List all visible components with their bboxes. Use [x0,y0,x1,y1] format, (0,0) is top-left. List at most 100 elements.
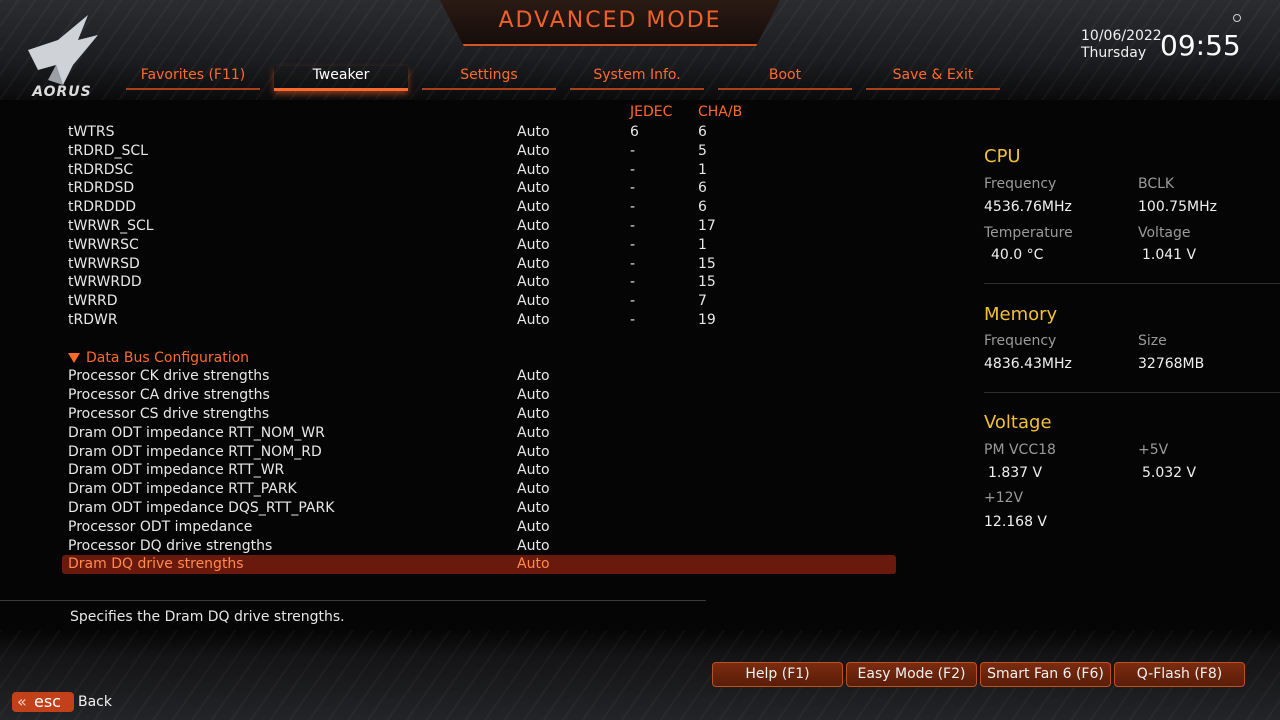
triangle-down-icon [68,352,80,363]
setting-row[interactable]: tWRWRSC Auto - 1 [62,236,896,255]
setting-label-text: tWRWRSD [68,255,140,272]
setting-value: Auto [517,424,550,441]
setting-label: tWRWRSD [68,255,140,274]
settings-list: tWTRS Auto 6 6 tRDRD_SCL Auto -5 tRDRDSC Auto -1 t… [62,123,896,575]
setting-row[interactable]: tWRWRSD Auto - 15 [62,255,896,274]
back-label[interactable]: Back [78,694,112,710]
plus5v-value: 5.032 V [1142,465,1197,481]
tab-system-info[interactable]: System Info. [570,66,704,90]
chab-value: 6 [698,124,707,140]
setting-row[interactable]: tWTRS Auto 6 6 [62,123,896,142]
setting-value: Auto [517,443,550,460]
setting-label-text: tWRWRDD [68,274,142,291]
brand-logo-text: AORUS [32,84,92,100]
chab-value: 1 [698,236,707,253]
setting-row[interactable]: Processor CA drive strengths Auto [62,386,896,405]
setting-label: tRDRDDD [68,198,136,217]
setting-value: Auto [517,236,550,253]
setting-row[interactable]: tWRWRDD Auto - 15 [62,273,896,292]
pm-vcc18-value: 1.837 V [988,465,1043,481]
tab-boot[interactable]: Boot [718,66,852,90]
description-divider [0,600,706,601]
tab-tweaker[interactable]: Tweaker [274,66,408,91]
setting-row[interactable]: Processor CS drive strengths Auto [62,405,896,424]
main-tabs: Favorites (F11) Tweaker Settings System … [126,66,1006,92]
setting-row[interactable]: tRDRDSC Auto - 1 [62,161,896,180]
setting-label-text: tRDRDSC [68,161,134,178]
cpu-bclk-label: BCLK [1138,176,1175,192]
setting-row[interactable]: Processor CK drive strengths Auto [62,367,896,386]
setting-label: Data Bus Configuration [68,349,249,368]
chab-value: 5 [698,142,707,159]
jedec-value: - [630,293,636,310]
tab-favorites[interactable]: Favorites (F11) [126,66,260,90]
setting-row[interactable]: tRDWR Auto - 19 [62,311,896,330]
setting-row[interactable]: tWRWR_SCL Auto - 17 [62,217,896,236]
smart-fan-button[interactable]: Smart Fan 6 (F6) [980,662,1111,687]
cpu-temperature-label: Temperature [984,225,1073,241]
setting-label-text: tRDWR [68,311,118,328]
setting-row[interactable]: Dram ODT impedance RTT_NOM_WR Auto [62,424,896,443]
jedec-value: - [630,311,636,328]
setting-label: Processor CA drive strengths [68,386,270,405]
esc-button[interactable]: « esc [12,692,74,712]
setting-value: Auto [517,405,550,422]
cpu-panel-title: CPU [984,146,1021,167]
jedec-value: - [630,274,636,291]
setting-label-text: tRDRD_SCL [68,142,148,159]
setting-label-text: Dram DQ drive strengths [68,556,244,573]
cpu-temperature-value: 40.0 °C [991,247,1044,263]
setting-row[interactable]: Dram ODT impedance RTT_NOM_RD Auto [62,443,896,462]
setting-label-text: Processor CK drive strengths [68,368,270,385]
help-button[interactable]: Help (F1) [712,662,843,687]
date-text: 10/06/2022 [1081,28,1162,44]
setting-label: tWTRS [68,123,115,142]
jedec-value: - [630,161,636,178]
setting-label-text: Dram ODT impedance DQS_RTT_PARK [68,499,335,516]
cpu-voltage-value: 1.041 V [1142,247,1197,263]
setting-row[interactable]: Processor DQ drive strengths Auto [62,537,896,556]
chab-value: 6 [698,180,707,197]
plus5v-label: +5V [1138,442,1169,458]
memory-panel-title: Memory [984,304,1058,325]
setting-row[interactable]: Dram ODT impedance RTT_PARK Auto [62,480,896,499]
setting-row[interactable]: Dram ODT impedance DQS_RTT_PARK Auto [62,499,896,518]
chab-value: 7 [698,293,707,310]
chab-value: 15 [698,274,716,291]
setting-label: tRDRDSC [68,161,133,180]
setting-row[interactable]: Processor ODT impedance Auto [62,518,896,537]
jedec-value: - [630,255,636,272]
jedec-value: - [630,180,636,197]
setting-row[interactable]: tRDRDDD Auto - 6 [62,198,896,217]
setting-label-text: Processor DQ drive strengths [68,537,273,554]
section-header[interactable]: Data Bus Configuration [62,349,896,368]
column-header-jedec: JEDEC [630,104,673,120]
setting-label: tWRRD [68,292,118,311]
cpu-bclk-value: 100.75MHz [1138,199,1217,215]
setting-label: tWRWRSC [68,236,139,255]
pm-vcc18-label: PM VCC18 [984,442,1056,458]
page-title: ADVANCED MODE [498,8,722,33]
setting-value: Auto [517,180,550,197]
setting-row[interactable]: tWRRD Auto - 7 [62,292,896,311]
tab-save-exit[interactable]: Save & Exit [866,66,1000,90]
setting-row[interactable]: Dram ODT impedance RTT_WR Auto [62,461,896,480]
tab-settings[interactable]: Settings [422,66,556,90]
setting-value: Auto [517,199,550,216]
setting-value: Auto [517,518,550,535]
setting-label: Dram DQ drive strengths [68,555,244,574]
setting-label: Processor CS drive strengths [68,405,269,424]
setting-row[interactable]: tRDRDSD Auto - 6 [62,179,896,198]
clock-settings-icon[interactable] [1233,14,1241,22]
setting-label: Dram ODT impedance RTT_NOM_WR [68,424,325,443]
setting-label-text: Dram ODT impedance RTT_PARK [68,481,297,498]
setting-row[interactable]: tRDRD_SCL Auto - 5 [62,142,896,161]
clock: 09:55 [1160,29,1241,62]
setting-label-text: Processor CA drive strengths [68,387,270,404]
cpu-panel: CPU Frequency BCLK 4536.76MHz 100.75MHz … [984,146,1280,276]
easy-mode-button[interactable]: Easy Mode (F2) [846,662,977,687]
column-header-chab: CHA/B [698,104,743,120]
setting-row[interactable]: Dram DQ drive strengths Auto [62,555,896,575]
q-flash-button[interactable]: Q-Flash (F8) [1114,662,1245,687]
setting-value: Auto [517,387,550,404]
